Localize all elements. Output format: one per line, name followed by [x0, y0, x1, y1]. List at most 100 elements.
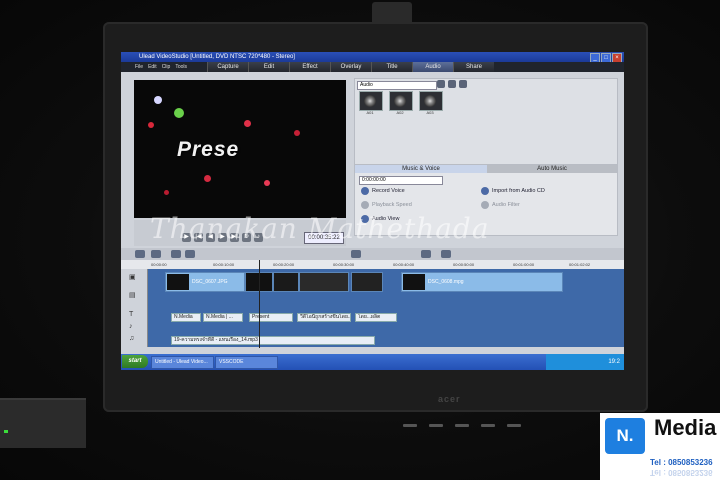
playhead[interactable] [259, 260, 260, 348]
undo-icon[interactable] [171, 250, 181, 258]
playback-speed-button[interactable]: Playback Speed [361, 201, 412, 209]
library-panel: Audio A01 A02 A03 [354, 78, 618, 168]
video-clip[interactable]: DSC_0608.mpg [401, 272, 563, 292]
title-clip[interactable]: Present [249, 313, 293, 322]
taskbar-item[interactable]: Untitled - Ulead Video... [151, 356, 214, 369]
disc-icon [364, 95, 376, 107]
start-button[interactable]: start [122, 355, 148, 368]
title-clip[interactable]: วีดีโอนี้ถูกสร้างขึ้นโดย... [297, 313, 351, 322]
audio-thumbnail-label: A01 [366, 110, 374, 115]
disc-icon [394, 95, 406, 107]
system-tray: 19:2 [546, 354, 624, 370]
video-clip-label: DSC_0607.JPG [192, 279, 228, 285]
mixer-icon[interactable] [421, 250, 431, 258]
video-clip[interactable] [299, 272, 349, 292]
track-headers: ▣ ▤ T ♪ ♫ [121, 269, 148, 347]
ruler-tick-label: 00:00:10:00 [213, 262, 235, 267]
preview-title-text: Prese [177, 138, 240, 161]
zoom-icon[interactable] [351, 250, 361, 258]
step-overlay[interactable]: Overlay [330, 62, 371, 72]
photo-watermark: Thanakan Mathethada [150, 212, 490, 245]
monitor-brand: acer [438, 394, 461, 404]
flower [204, 175, 211, 182]
tab-auto-music[interactable]: Auto Music [487, 165, 617, 173]
title-clip[interactable]: N.Media [171, 313, 201, 322]
timeline-tracks: DSC_0607.JPG DSC_0608.mpg N.Media N.Medi… [121, 269, 624, 347]
clock: 19:2 [608, 359, 620, 365]
music-track-icon: ♫ [129, 335, 135, 342]
ruler-tick-label: 00:01:02:02 [569, 262, 591, 267]
audio-filter-label: Audio Filter [492, 202, 520, 208]
import-icon[interactable] [448, 80, 456, 88]
library-buttons [437, 80, 467, 88]
logo-phone-reflection: Tel : 0850853236 [650, 468, 713, 477]
audio-thumbnail[interactable] [419, 91, 443, 111]
step-audio[interactable]: Audio [412, 62, 453, 72]
import-cd-label: Import from Audio CD [492, 188, 545, 194]
light-orb [174, 108, 184, 118]
music-clip[interactable]: 19-ความทรงจำที่ดี - แทนเรื่อง_14.mp3 [171, 336, 375, 345]
filter-icon [481, 201, 489, 209]
menu-clip[interactable]: Clip [162, 62, 171, 72]
step-effect[interactable]: Effect [289, 62, 330, 72]
flower [264, 180, 270, 186]
step-title[interactable]: Title [371, 62, 412, 72]
brand-logo: N. Media Tel : 0850853236 Tel : 08508532… [600, 413, 720, 480]
logo-badge: N. [605, 418, 645, 454]
clip-thumbnail [403, 274, 425, 290]
redo-icon[interactable] [185, 250, 195, 258]
cd-icon [481, 187, 489, 195]
clip-thumbnail [167, 274, 189, 290]
flower [164, 190, 169, 195]
sort-icon[interactable] [459, 80, 467, 88]
audio-thumbnail-label: A02 [396, 110, 404, 115]
speed-icon [361, 201, 369, 209]
title-clip[interactable]: โดย...ผลิต [355, 313, 397, 322]
menu-edit[interactable]: Edit [148, 62, 157, 72]
audio-filter-button[interactable]: Audio Filter [481, 201, 520, 209]
taskbar-item[interactable]: VSSCODE [215, 356, 278, 369]
logo-phone: Tel : 0850853236 [650, 458, 713, 467]
room-background: acer Ulead VideoStudio [Untitled, DVD NT… [0, 0, 720, 480]
library-category-select[interactable]: Audio [357, 81, 437, 90]
taskbar: start Untitled - Ulead Video... VSSCODE … [121, 354, 624, 370]
timeline-view-icon[interactable] [151, 250, 161, 258]
record-voice-button[interactable]: Record Voice [361, 187, 405, 195]
flower [148, 122, 154, 128]
ruler-tick-label: 00:00:50:00 [453, 262, 475, 267]
playback-speed-label: Playback Speed [372, 202, 412, 208]
track-manager-icon[interactable] [441, 250, 451, 258]
ruler-tick-label: 00:01:00:00 [513, 262, 535, 267]
menu-file[interactable]: File [135, 62, 143, 72]
import-cd-button[interactable]: Import from Audio CD [481, 187, 545, 195]
menu-tools[interactable]: Tools [175, 62, 187, 72]
folder-icon[interactable] [437, 80, 445, 88]
voice-track-icon: ♪ [129, 323, 133, 330]
audio-thumbnail[interactable] [389, 91, 413, 111]
title-clip[interactable]: N.Media | ... [203, 313, 243, 322]
video-clip-label: DSC_0608.mpg [428, 279, 464, 285]
audio-thumbnail[interactable] [359, 91, 383, 111]
disc-icon [424, 95, 436, 107]
tab-music-voice[interactable]: Music & Voice [355, 165, 487, 173]
ruler-tick-label: 00:00:30:00 [333, 262, 355, 267]
window-title: Ulead VideoStudio [Untitled, DVD NTSC 72… [139, 54, 295, 60]
monitor-buttons [403, 424, 521, 427]
ruler-tick-label: 00:00:40:00 [393, 262, 415, 267]
title-track-icon: T [129, 311, 134, 318]
window-titlebar: Ulead VideoStudio [Untitled, DVD NTSC 72… [121, 52, 624, 63]
video-clip[interactable] [351, 272, 383, 292]
step-capture[interactable]: Capture [207, 62, 248, 72]
preview-window: Prese [134, 80, 346, 218]
storyboard-view-icon[interactable] [135, 250, 145, 258]
light-orb [154, 96, 162, 104]
audio-thumbnail-label: A03 [426, 110, 434, 115]
overlay-track-icon: ▤ [129, 292, 136, 299]
duration-field[interactable]: 0:00:00:00 [359, 176, 443, 185]
logo-name: Media [654, 415, 717, 440]
step-edit[interactable]: Edit [248, 62, 289, 72]
video-clip[interactable] [273, 272, 299, 292]
step-share[interactable]: Share [453, 62, 494, 72]
video-clip[interactable]: DSC_0607.JPG [165, 272, 245, 292]
record-voice-label: Record Voice [372, 188, 405, 194]
